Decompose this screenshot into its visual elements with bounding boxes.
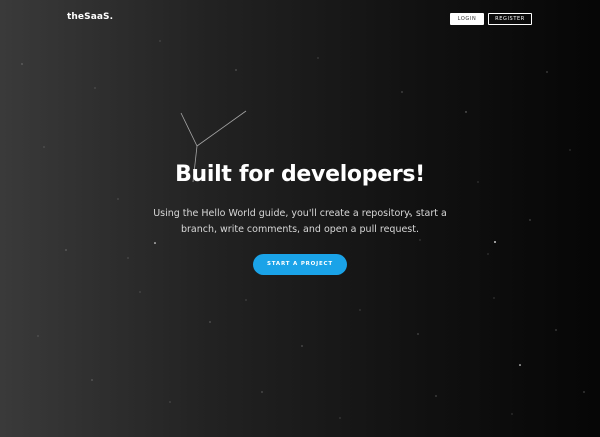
start-project-button[interactable]: START A PROJECT bbox=[253, 254, 347, 275]
top-navigation-bar: theSaaS. LOGIN REGISTER bbox=[0, 0, 600, 36]
hero-headline: Built for developers! bbox=[175, 162, 425, 187]
login-button[interactable]: LOGIN bbox=[450, 13, 484, 25]
register-button[interactable]: REGISTER bbox=[488, 13, 532, 25]
hero-subtitle: Using the Hello World guide, you'll crea… bbox=[153, 208, 447, 235]
brand-logo[interactable]: theSaaS. bbox=[67, 12, 113, 22]
